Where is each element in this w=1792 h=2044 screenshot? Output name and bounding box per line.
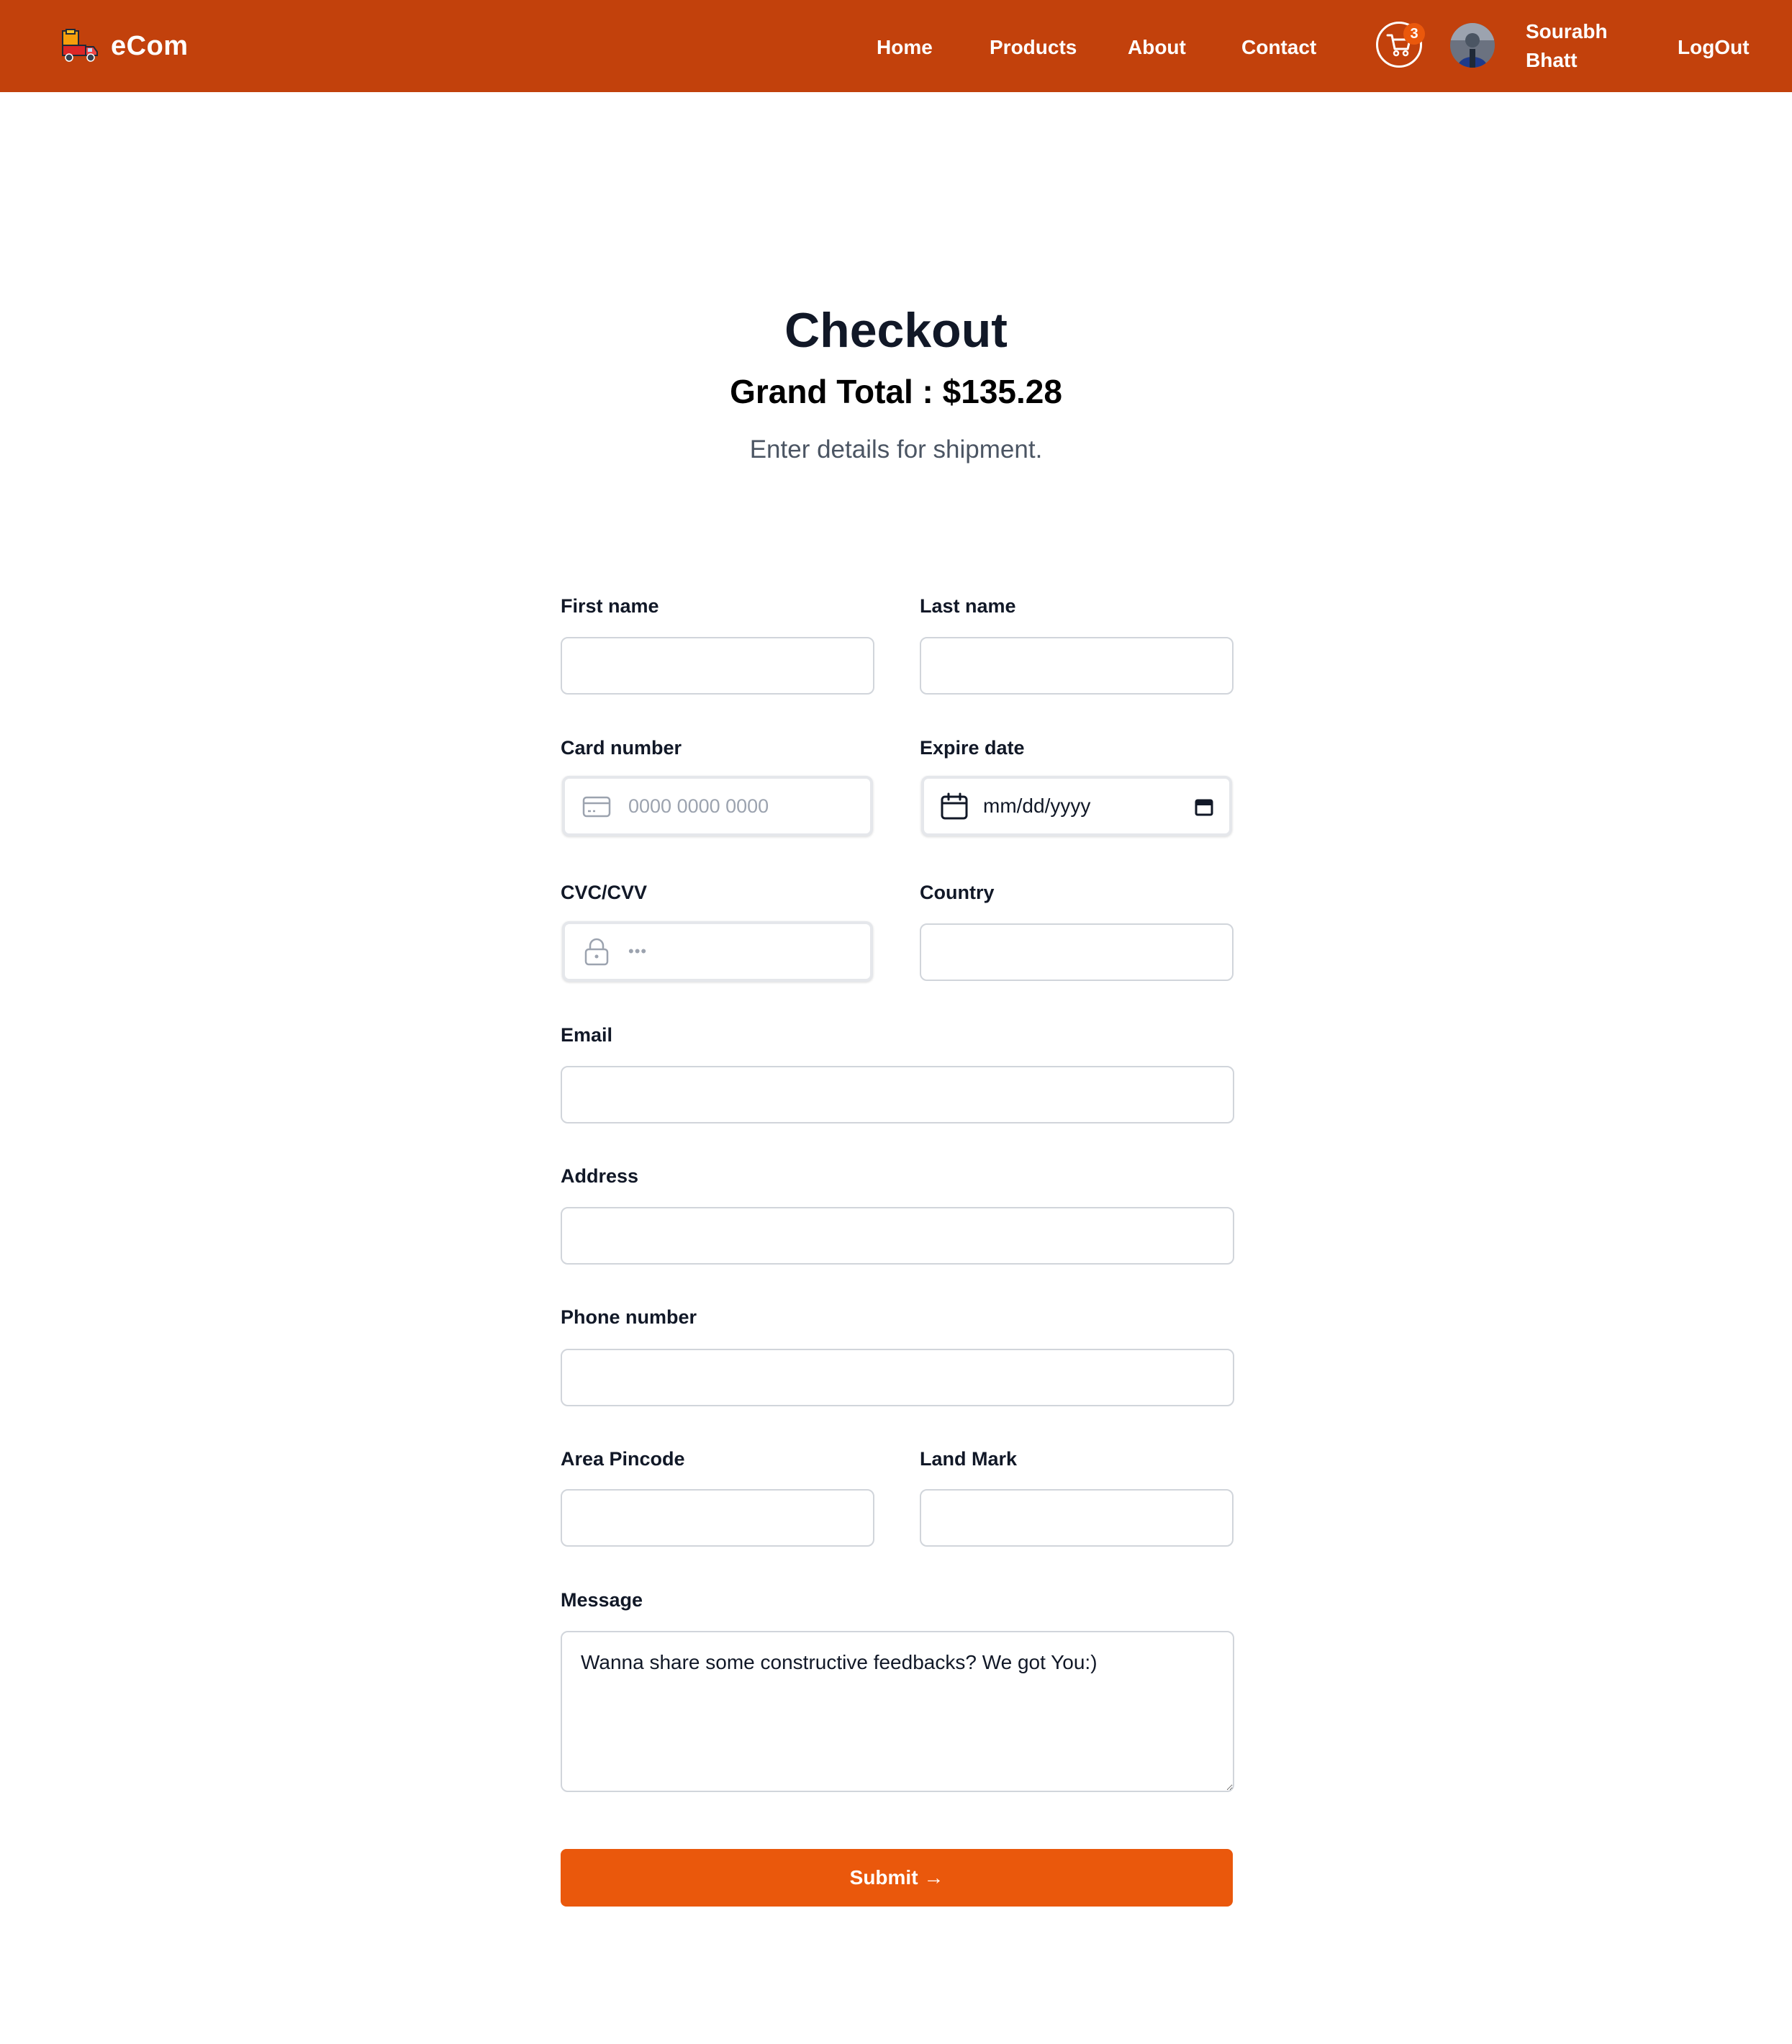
first-name-label: First name	[561, 595, 659, 617]
message-label: Message	[561, 1589, 643, 1611]
page-title: Checkout	[784, 303, 1008, 358]
expire-date-label: Expire date	[920, 737, 1025, 759]
cart-button[interactable]: 3	[1376, 22, 1425, 68]
pincode-label: Area Pincode	[561, 1448, 685, 1470]
calendar-picker-icon[interactable]	[1195, 797, 1213, 816]
user-photo	[1450, 23, 1495, 68]
brand-link[interactable]: eCom	[60, 26, 189, 66]
landmark-input[interactable]	[920, 1489, 1234, 1547]
user-name[interactable]: Sourabh Bhatt	[1526, 17, 1619, 75]
delivery-truck-logo-icon	[62, 29, 98, 62]
grand-total: Grand Total : $135.28	[730, 373, 1062, 410]
nav-about-link[interactable]: About	[1128, 32, 1186, 63]
email-input[interactable]	[561, 1066, 1234, 1123]
lock-icon	[582, 937, 611, 966]
phone-label: Phone number	[561, 1306, 697, 1328]
card-number-placeholder: 0000 0000 0000	[628, 795, 769, 817]
user-last-name: Bhatt	[1526, 49, 1578, 71]
expire-date-value: mm/dd/yyyy	[983, 795, 1091, 817]
page-subtitle: Enter details for shipment.	[749, 435, 1043, 463]
expire-date-input[interactable]: mm/dd/yyyy	[921, 776, 1232, 836]
cvc-input[interactable]: •••	[562, 921, 873, 982]
avatar[interactable]	[1450, 23, 1495, 68]
landmark-label: Land Mark	[920, 1448, 1018, 1470]
last-name-label: Last name	[920, 595, 1016, 617]
first-name-input[interactable]	[561, 637, 874, 695]
cart-count-badge: 3	[1403, 23, 1425, 45]
user-first-name: Sourabh	[1526, 20, 1608, 42]
navbar: eCom Home Products About Contact 3 Soura…	[0, 0, 1792, 92]
cvc-label: CVC/CVV	[561, 882, 648, 903]
card-number-label: Card number	[561, 737, 682, 759]
nav-products-link[interactable]: Products	[990, 32, 1077, 63]
address-input[interactable]	[561, 1207, 1234, 1265]
card-number-input[interactable]: 0000 0000 0000	[562, 776, 873, 836]
last-name-input[interactable]	[920, 637, 1234, 695]
submit-button[interactable]: Submit →	[561, 1849, 1233, 1907]
country-label: Country	[920, 882, 995, 903]
country-input[interactable]	[920, 923, 1234, 981]
calendar-icon	[940, 792, 969, 820]
nav-home-link[interactable]: Home	[877, 32, 933, 63]
pincode-input[interactable]	[561, 1489, 874, 1547]
nav-contact-link[interactable]: Contact	[1241, 32, 1316, 63]
cvc-placeholder: •••	[628, 942, 648, 960]
message-textarea[interactable]: Wanna share some constructive feedbacks?…	[561, 1631, 1234, 1792]
phone-input[interactable]	[561, 1349, 1234, 1406]
logout-link[interactable]: LogOut	[1678, 32, 1750, 63]
credit-card-icon	[582, 792, 611, 820]
address-label: Address	[561, 1165, 639, 1187]
email-label: Email	[561, 1024, 613, 1046]
brand-name: eCom	[111, 30, 189, 61]
